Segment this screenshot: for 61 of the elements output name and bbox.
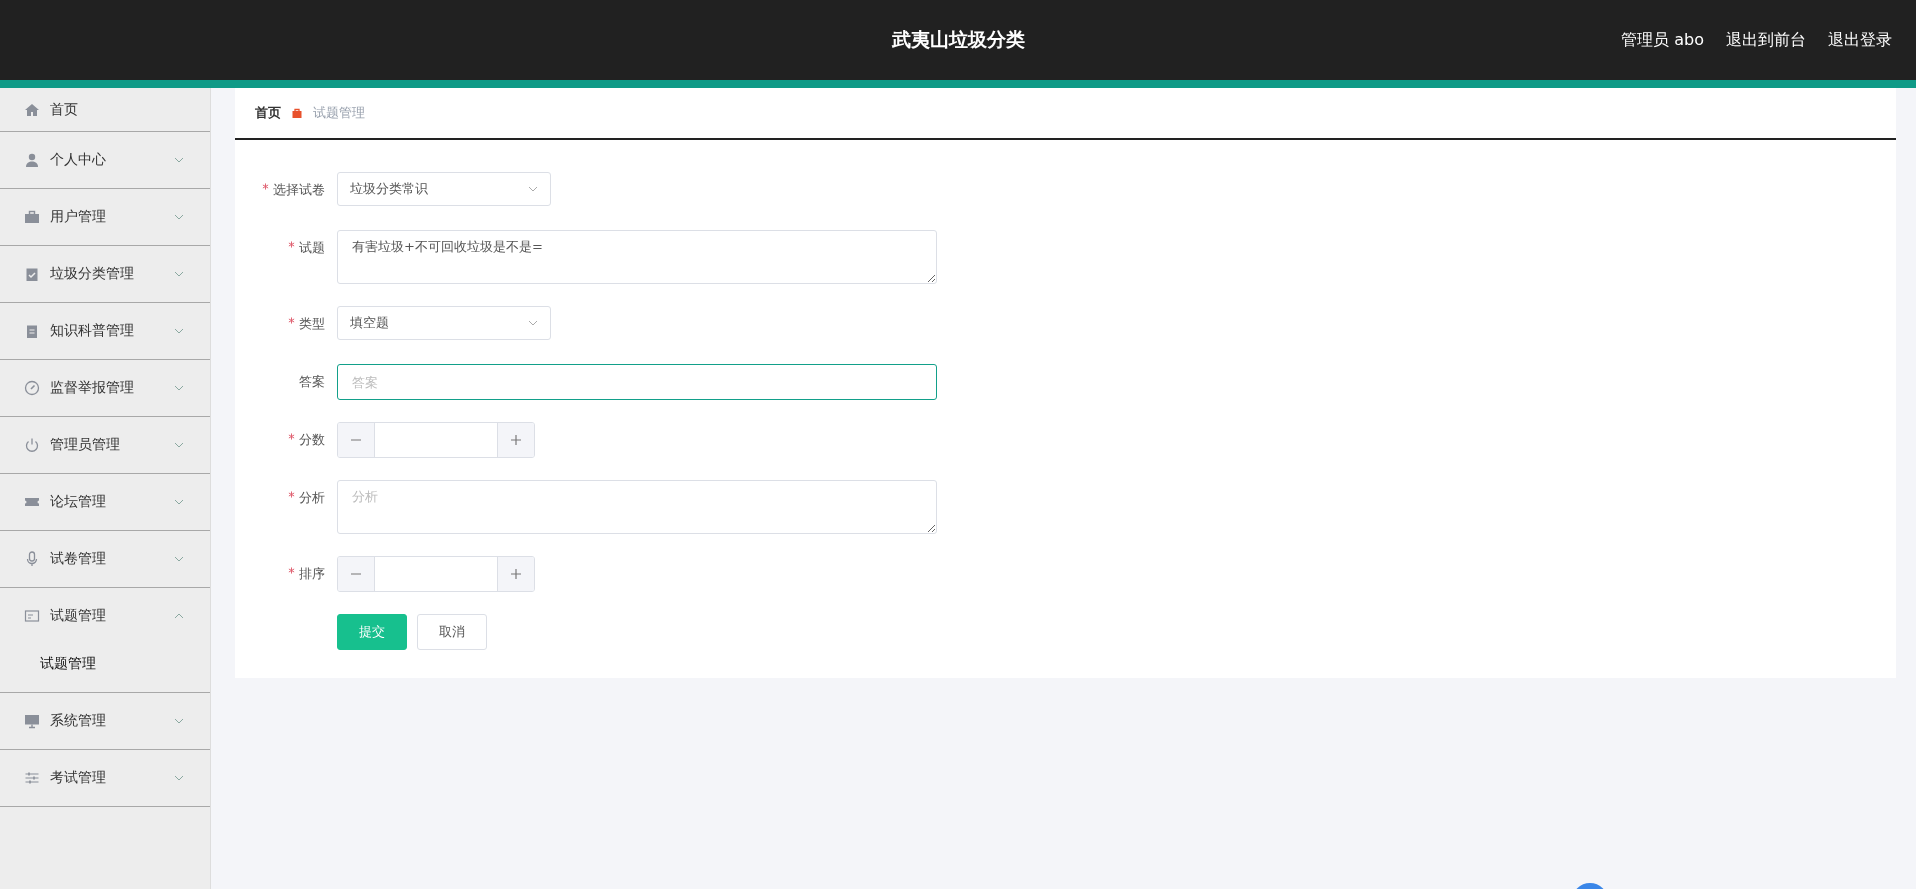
minus-icon[interactable]: [338, 557, 375, 591]
chevron-icon: [174, 157, 184, 163]
menu-item[interactable]: 试卷管理: [0, 531, 210, 587]
select-field[interactable]: 垃圾分类常识: [337, 172, 551, 206]
menu-item[interactable]: 系统管理: [0, 693, 210, 749]
chevron-icon: [174, 442, 184, 448]
field-label: 分析: [299, 490, 325, 505]
header-link[interactable]: 退出登录: [1828, 29, 1892, 51]
chevron-icon: [174, 328, 184, 334]
chevron-icon: [528, 320, 538, 326]
breadcrumb-link[interactable]: 首页: [255, 104, 281, 122]
basket-icon: [291, 107, 303, 119]
field-label: 答案: [299, 374, 325, 389]
header-link[interactable]: 管理员 abo: [1621, 29, 1704, 51]
chevron-icon: [174, 499, 184, 505]
field-label: 分数: [299, 432, 325, 447]
number-field[interactable]: [337, 556, 535, 592]
monitor-icon: [24, 713, 40, 729]
chevron-icon: [174, 718, 184, 724]
plus-icon[interactable]: [497, 423, 534, 457]
field-label: 排序: [299, 566, 325, 581]
chevron-icon: [174, 271, 184, 277]
text-area[interactable]: 分析: [337, 480, 937, 534]
app-title: 武夷山垃圾分类: [891, 27, 1025, 52]
menu-item[interactable]: 垃圾分类管理: [0, 246, 210, 302]
compass-icon: [24, 380, 40, 396]
select-field[interactable]: 填空题: [337, 306, 551, 340]
doc-icon: [24, 323, 40, 339]
mic-icon: [24, 551, 40, 567]
user-icon: [24, 152, 40, 168]
menu-item[interactable]: 知识科普管理: [0, 303, 210, 359]
chevron-icon: [174, 613, 184, 619]
field-label: 类型: [299, 316, 325, 331]
menu-item[interactable]: 管理员管理: [0, 417, 210, 473]
case-icon: [24, 209, 40, 225]
menu-item[interactable]: 监督举报管理: [0, 360, 210, 416]
chevron-icon: [174, 556, 184, 562]
input-field[interactable]: 答案: [337, 364, 937, 400]
menu-item[interactable]: 考试管理: [0, 750, 210, 806]
menu-item[interactable]: 首页: [0, 88, 210, 131]
power-icon: [24, 437, 40, 453]
plus-icon[interactable]: [497, 557, 534, 591]
chevron-icon: [528, 186, 538, 192]
chevron-icon: [174, 775, 184, 781]
breadcrumb-current: 试题管理: [313, 104, 365, 122]
header-link[interactable]: 退出到前台: [1726, 29, 1806, 51]
clip-icon: [24, 266, 40, 282]
sliders-icon: [24, 770, 40, 786]
menu-item[interactable]: 论坛管理: [0, 474, 210, 530]
text-area[interactable]: 有害垃圾+不可回收垃圾是不是=: [337, 230, 937, 284]
menu-item[interactable]: 用户管理: [0, 189, 210, 245]
card-icon: [24, 608, 40, 624]
menu-item[interactable]: 个人中心: [0, 132, 210, 188]
field-label: 选择试卷: [273, 182, 325, 197]
chevron-icon: [174, 214, 184, 220]
chevron-icon: [174, 385, 184, 391]
minus-icon[interactable]: [338, 423, 375, 457]
number-field[interactable]: [337, 422, 535, 458]
cancel-button[interactable]: 取消: [417, 614, 487, 650]
field-label: 试题: [299, 240, 325, 255]
home-icon: [24, 101, 40, 118]
